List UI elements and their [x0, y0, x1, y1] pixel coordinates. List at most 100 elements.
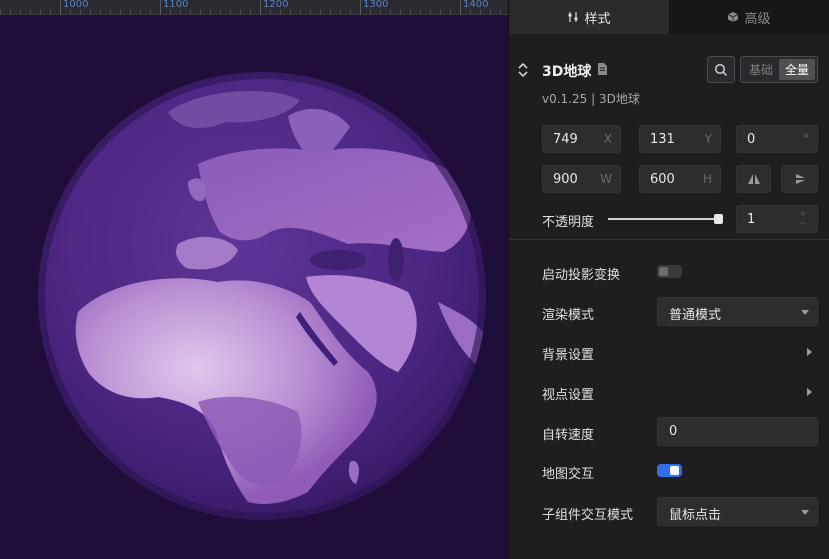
ruler-tick: [440, 9, 441, 14]
divider: [509, 239, 829, 240]
ruler-tick: [210, 9, 211, 14]
ruler-tick: [100, 9, 101, 14]
chevron-right-icon[interactable]: [807, 388, 812, 396]
height-field[interactable]: 600 H: [639, 165, 721, 193]
height-unit: H: [702, 172, 712, 186]
viewpoint-settings-label[interactable]: 视点设置: [542, 384, 594, 403]
opacity-label: 不透明度: [542, 215, 595, 230]
ruler-tick: [230, 9, 231, 14]
tab-style-label: 样式: [584, 11, 611, 27]
flip-vertical-icon: [795, 174, 805, 184]
ruler-tick: [140, 9, 141, 14]
mode-basic-option[interactable]: 基础: [743, 59, 779, 80]
caret-down-icon: [801, 310, 809, 315]
3d-globe[interactable]: [38, 72, 486, 520]
render-mode-label: 渲染模式: [542, 308, 595, 323]
component-version: v0.1.25 | 3D地球: [542, 92, 640, 106]
ruler-tick: [430, 9, 431, 14]
map-interaction-label: 地图交互: [542, 467, 595, 482]
ruler-tick: [200, 9, 201, 14]
ruler-tick: [300, 9, 301, 14]
panel-tabs: 样式 高级: [509, 0, 829, 34]
ruler-tick: [50, 9, 51, 14]
ruler-tick: [460, 0, 461, 15]
width-field[interactable]: 900 W: [542, 165, 621, 193]
ruler-tick: [320, 9, 321, 14]
component-header: 3D地球 基础 全量: [509, 55, 829, 85]
rotation-unit: °: [803, 132, 809, 146]
flip-horizontal-icon: [747, 174, 760, 184]
ruler-tick: [410, 9, 411, 14]
render-mode-select[interactable]: 普通模式: [657, 297, 818, 326]
ruler-tick: [330, 9, 331, 14]
child-interaction-label: 子组件交互模式: [542, 508, 634, 523]
ruler-tick: [160, 0, 161, 15]
tab-advanced-label: 高级: [744, 11, 771, 27]
ruler-tick: [350, 9, 351, 14]
tab-advanced[interactable]: 高级: [669, 0, 829, 34]
document-icon[interactable]: [597, 63, 607, 75]
ruler-tick: [220, 9, 221, 14]
ruler-tick: [400, 9, 401, 14]
x-unit: X: [603, 132, 612, 146]
ruler-tick: [340, 9, 341, 14]
rotation-field[interactable]: 0 °: [736, 125, 818, 153]
ruler-label: 1200: [263, 0, 289, 10]
ruler-tick: [450, 9, 451, 14]
ruler-tick: [130, 9, 131, 14]
properties-panel: 样式 高级 3D地球 基础 全量 v0.1.25 | 3D地球 749 X 13…: [508, 0, 829, 559]
y-value: 131: [650, 132, 675, 147]
ruler-tick: [420, 9, 421, 14]
ruler-tick: [390, 9, 391, 14]
width-unit: W: [600, 172, 612, 186]
rotation-speed-input[interactable]: 0: [657, 417, 818, 446]
stepper-arrows[interactable]: + −: [799, 209, 807, 229]
search-icon: [714, 63, 728, 76]
ruler-tick: [360, 0, 361, 15]
ruler-tick: [110, 9, 111, 14]
projection-label: 启动投影变换: [542, 268, 621, 283]
expand-collapse-icon[interactable]: [517, 62, 529, 78]
ruler-tick: [260, 0, 261, 15]
y-field[interactable]: 131 Y: [639, 125, 721, 153]
mode-full-option[interactable]: 全量: [779, 59, 815, 80]
canvas-preview[interactable]: 1000 1100 1200 1300 1400: [0, 0, 508, 559]
ruler-tick: [40, 9, 41, 14]
ruler-tick: [120, 9, 121, 14]
ruler-tick: [240, 9, 241, 14]
ruler-tick: [90, 9, 91, 14]
opacity-stepper[interactable]: 1 + −: [736, 205, 818, 233]
landmass-europe: [198, 148, 472, 252]
ruler-tick: [30, 9, 31, 14]
opacity-slider-thumb[interactable]: [714, 214, 723, 224]
horizontal-ruler: 1000 1100 1200 1300 1400: [0, 0, 508, 15]
ruler-tick: [10, 9, 11, 14]
ruler-tick: [150, 9, 151, 14]
opacity-slider-track: [608, 218, 718, 220]
opacity-value: 1: [747, 212, 756, 227]
cube-icon: [728, 12, 739, 22]
style-sliders-icon: [568, 12, 578, 22]
rotation-value: 0: [747, 132, 756, 147]
x-field[interactable]: 749 X: [542, 125, 621, 153]
projection-toggle[interactable]: [657, 265, 682, 278]
ruler-tick: [60, 0, 61, 15]
flip-horizontal-button[interactable]: [736, 165, 771, 193]
chevron-right-icon[interactable]: [807, 348, 812, 356]
ruler-label: 1300: [363, 0, 389, 10]
child-interaction-value: 鼠标点击: [669, 508, 722, 523]
ruler-tick: [190, 9, 191, 14]
map-interaction-toggle[interactable]: [657, 464, 682, 477]
flip-vertical-button[interactable]: [781, 165, 818, 193]
ruler-tick: [500, 9, 501, 14]
background-settings-label[interactable]: 背景设置: [542, 344, 594, 363]
render-mode-value: 普通模式: [669, 308, 722, 323]
ruler-label: 1000: [63, 0, 89, 10]
tab-style[interactable]: 样式: [509, 0, 669, 34]
child-interaction-select[interactable]: 鼠标点击: [657, 497, 818, 526]
width-value: 900: [553, 172, 578, 187]
config-mode-switch: 基础 全量: [740, 56, 818, 83]
opacity-slider[interactable]: [608, 213, 723, 225]
ruler-tick: [310, 9, 311, 14]
search-button[interactable]: [707, 56, 735, 83]
